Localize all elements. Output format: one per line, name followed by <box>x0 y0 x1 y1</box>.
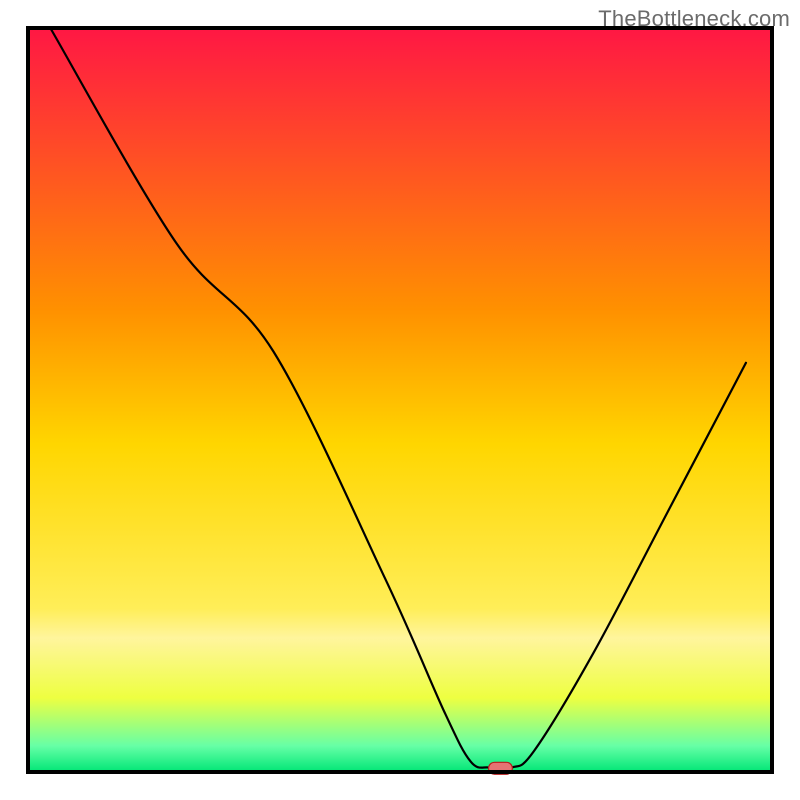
watermark-label: TheBottleneck.com <box>598 6 790 32</box>
chart-background <box>28 28 772 772</box>
chart-container: TheBottleneck.com <box>0 0 800 800</box>
bottleneck-chart <box>0 0 800 800</box>
